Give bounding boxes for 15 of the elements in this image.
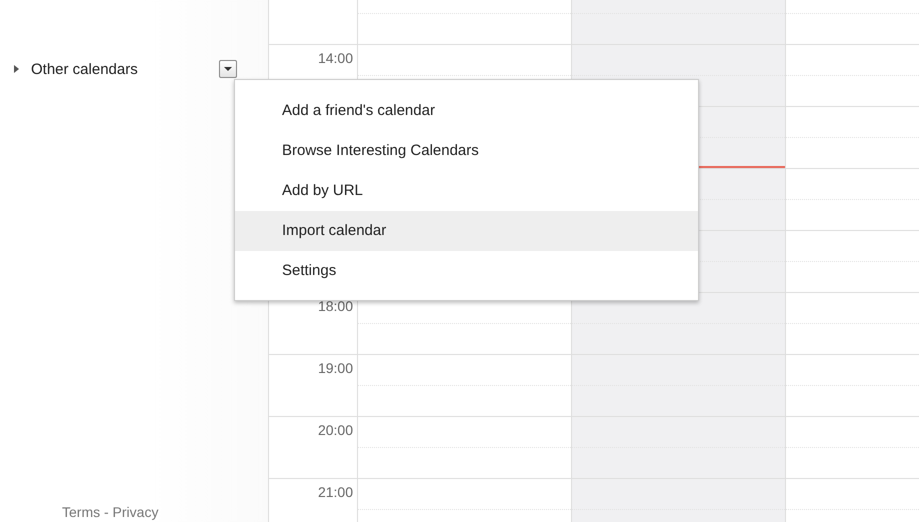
caret-icon	[224, 67, 232, 71]
time-label: 20:00	[318, 422, 353, 438]
time-label: 21:00	[318, 484, 353, 500]
time-label: 18:00	[318, 298, 353, 314]
menu-item[interactable]: Browse Interesting Calendars	[235, 131, 698, 171]
menu-item[interactable]: Add by URL	[235, 171, 698, 211]
expand-arrow-icon[interactable]	[14, 65, 19, 73]
time-label: 19:00	[318, 360, 353, 376]
dropdown-button[interactable]	[219, 60, 237, 78]
section-title[interactable]: Other calendars	[31, 60, 219, 78]
menu-item[interactable]: Import calendar	[235, 211, 698, 251]
menu-item[interactable]: Add a friend's calendar	[235, 91, 698, 131]
time-label: 14:00	[318, 50, 353, 66]
menu-item[interactable]: Settings	[235, 251, 698, 291]
footer-links[interactable]: Terms - Privacy	[62, 504, 158, 520]
